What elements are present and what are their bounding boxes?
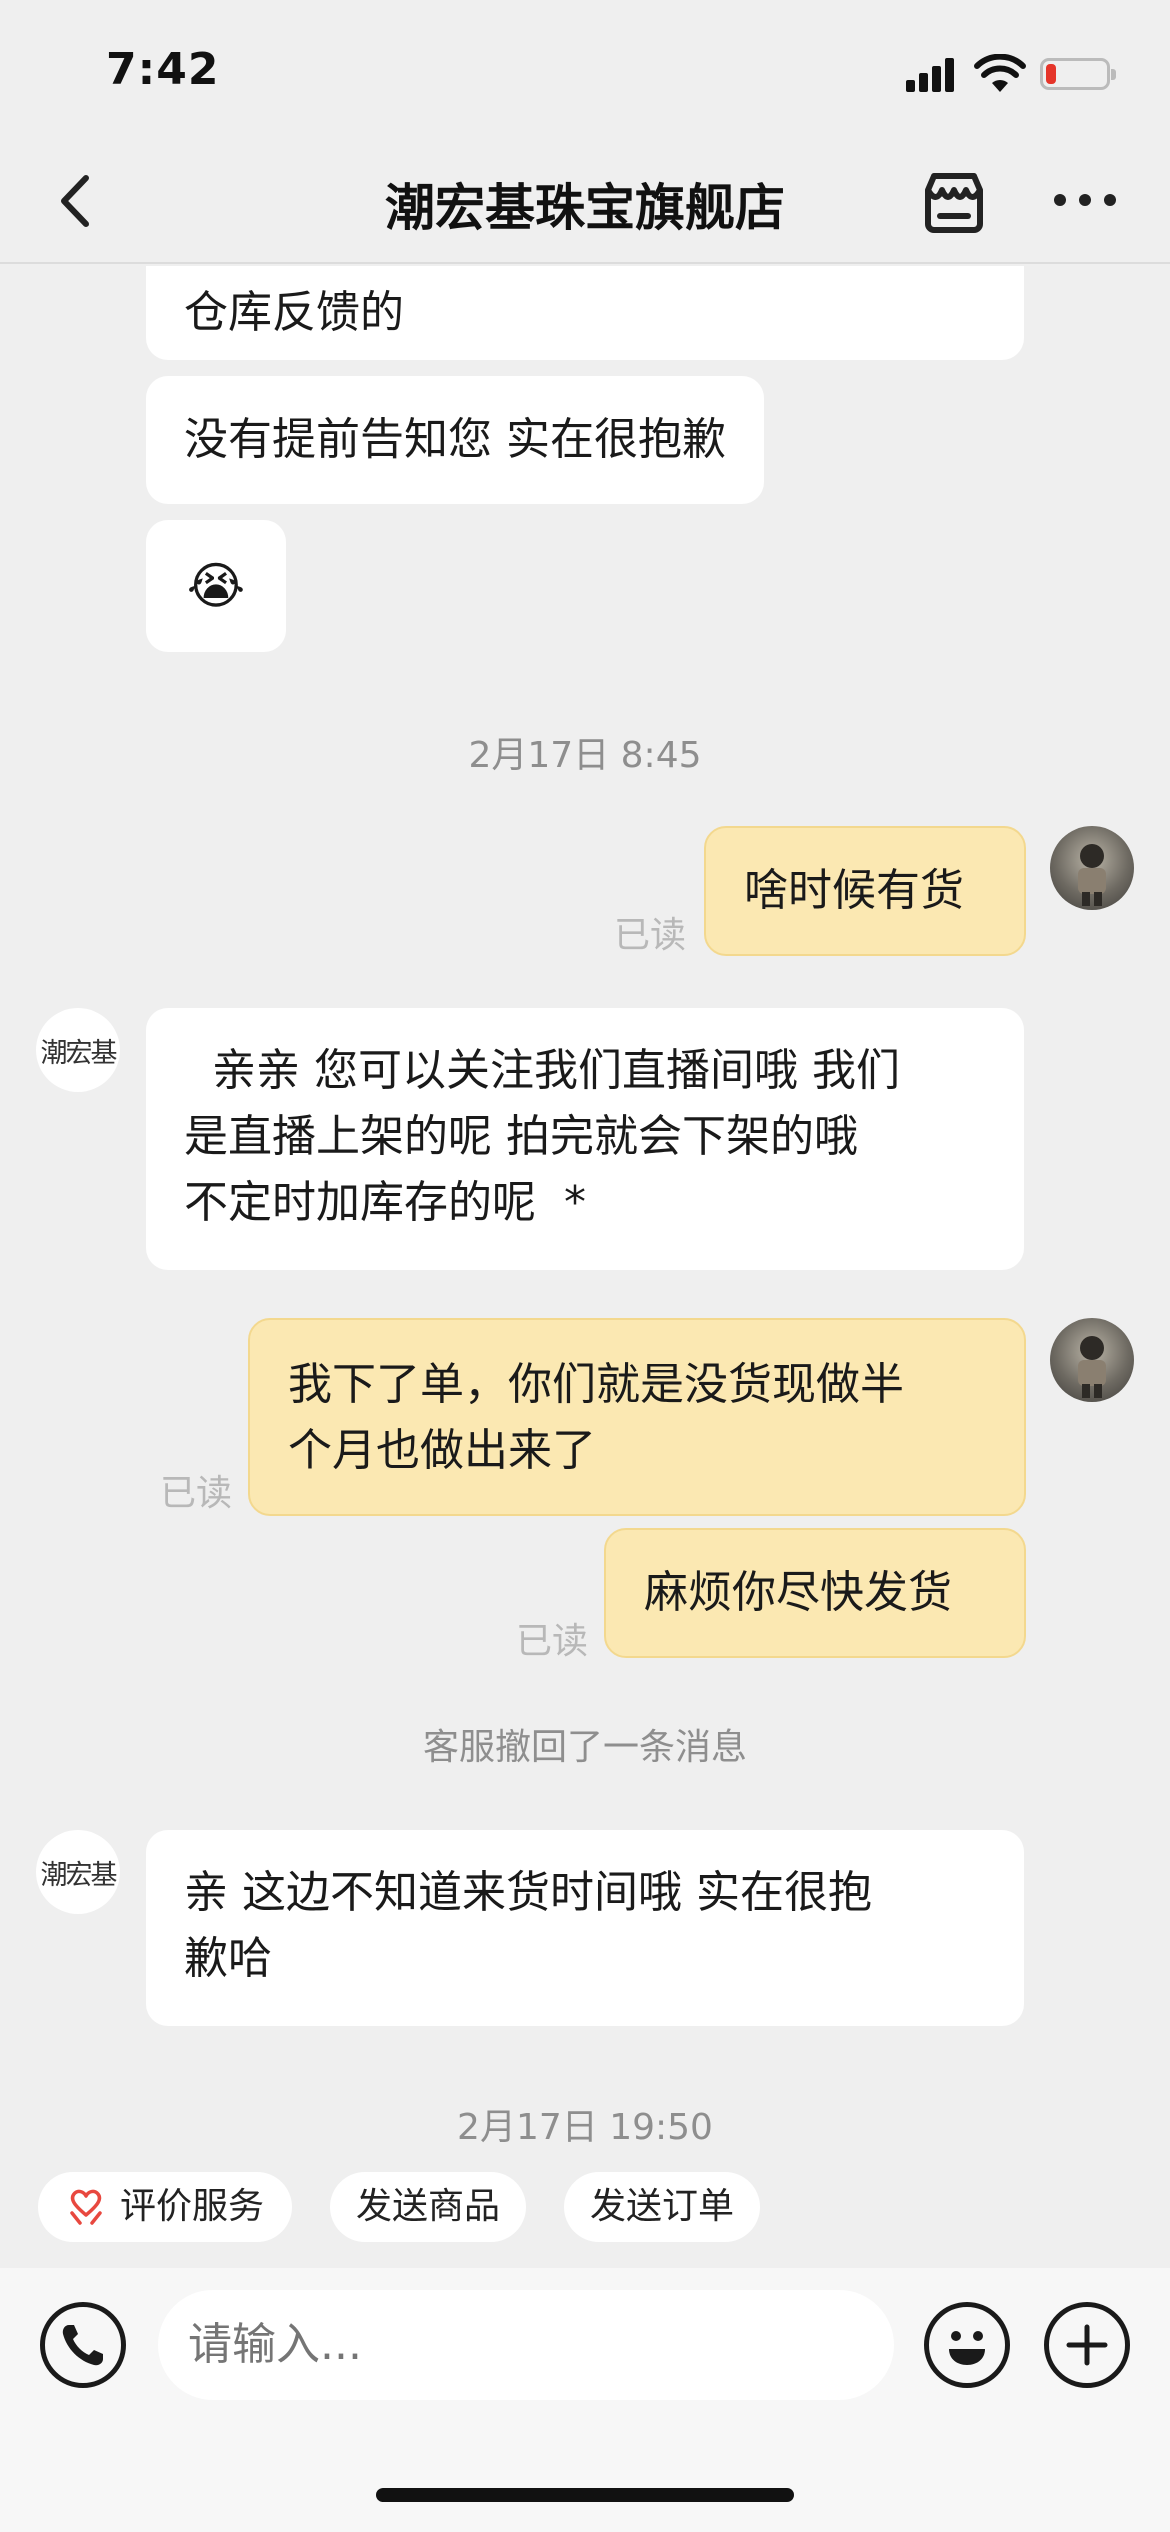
message-text: 仓库反馈的 bbox=[184, 287, 404, 338]
message-bubble-user[interactable]: 啥时候有货 bbox=[704, 826, 1026, 956]
crying-emoji-icon: 😭 bbox=[186, 557, 246, 615]
nav-bar: 潮宏基珠宝旗舰店 bbox=[0, 140, 1170, 264]
message-text: 没有提前告知您 实在很抱歉 bbox=[184, 414, 726, 465]
status-bar: 7:42 bbox=[0, 0, 1170, 140]
message-bubble-user[interactable]: 麻烦你尽快发货 bbox=[604, 1528, 1026, 1658]
message-text-line: 不定时加库存的呢 * bbox=[184, 1177, 586, 1228]
storefront-icon[interactable] bbox=[918, 166, 990, 238]
smile-glyph bbox=[949, 2331, 985, 2365]
message-text-line: 是直播上架的呢 拍完就会下架的哦 bbox=[184, 1111, 858, 1162]
send-order-button[interactable]: 发送订单 bbox=[564, 2172, 760, 2242]
plus-glyph bbox=[1066, 2324, 1108, 2366]
time-separator: 2月17日 19:50 bbox=[457, 2107, 713, 2148]
message-bubble-shop[interactable]: 亲亲 您可以关注我们直播间哦 我们 是直播上架的呢 拍完就会下架的哦 不定时加库… bbox=[146, 1008, 1024, 1270]
cellular-signal-icon bbox=[906, 58, 956, 92]
rate-service-button[interactable]: 评价服务 bbox=[38, 2172, 292, 2242]
message-bubble-user[interactable]: 我下了单，你们就是没货现做半 个月也做出来了 bbox=[248, 1318, 1026, 1516]
emoji-icon[interactable] bbox=[924, 2302, 1010, 2388]
chat-message-list[interactable]: 仓库反馈的 没有提前告知您 实在很抱歉 😭 2月17日 8:45 已读 啥时候有… bbox=[0, 266, 1170, 2156]
send-product-button[interactable]: 发送商品 bbox=[330, 2172, 526, 2242]
battery-icon bbox=[1040, 58, 1116, 90]
phone-glyph bbox=[62, 2325, 103, 2366]
heart-hands-icon bbox=[70, 2189, 102, 2225]
message-bubble-shop[interactable]: 仓库反馈的 bbox=[146, 266, 1024, 360]
message-text-line: 亲亲 您可以关注我们直播间哦 我们 bbox=[184, 1045, 900, 1096]
chip-label: 发送商品 bbox=[356, 2186, 501, 2227]
status-time: 7:42 bbox=[106, 44, 220, 95]
read-receipt: 已读 bbox=[516, 1621, 589, 1662]
page-title: 潮宏基珠宝旗舰店 bbox=[385, 179, 785, 237]
message-text: 啥时候有货 bbox=[744, 865, 964, 916]
message-input[interactable] bbox=[158, 2290, 894, 2400]
user-avatar[interactable] bbox=[1050, 1318, 1134, 1402]
user-photo-icon bbox=[1078, 844, 1106, 906]
recall-notice: 客服撤回了一条消息 bbox=[422, 1727, 747, 1768]
read-receipt: 已读 bbox=[614, 915, 687, 956]
message-bubble-shop[interactable]: 没有提前告知您 实在很抱歉 bbox=[146, 376, 764, 504]
phone-icon[interactable] bbox=[40, 2302, 126, 2388]
message-text-line: 我下了单，你们就是没货现做半 bbox=[288, 1359, 904, 1410]
read-receipt: 已读 bbox=[160, 1473, 233, 1514]
message-bubble-shop[interactable]: 亲 这边不知道来货时间哦 实在很抱 歉哈 bbox=[146, 1830, 1024, 2026]
message-text-line: 亲 这边不知道来货时间哦 实在很抱 bbox=[184, 1867, 872, 1918]
shop-avatar[interactable]: 潮宏基 bbox=[36, 1008, 120, 1092]
shop-avatar[interactable]: 潮宏基 bbox=[36, 1830, 120, 1914]
user-photo-icon bbox=[1078, 1336, 1106, 1398]
message-text-line: 歉哈 bbox=[184, 1933, 272, 1984]
chip-label: 评价服务 bbox=[120, 2186, 265, 2227]
more-dots-icon[interactable] bbox=[1050, 180, 1120, 220]
battery-level bbox=[1046, 64, 1056, 84]
chip-label: 发送订单 bbox=[590, 2186, 735, 2227]
user-avatar[interactable] bbox=[1050, 826, 1134, 910]
time-separator: 2月17日 8:45 bbox=[468, 735, 702, 776]
message-text-line: 个月也做出来了 bbox=[288, 1425, 596, 1476]
wifi-icon bbox=[974, 54, 1026, 92]
message-text: 麻烦你尽快发货 bbox=[644, 1567, 952, 1618]
plus-icon[interactable] bbox=[1044, 2302, 1130, 2388]
home-indicator[interactable] bbox=[376, 2488, 794, 2502]
message-bubble-shop[interactable]: 😭 bbox=[146, 520, 286, 652]
